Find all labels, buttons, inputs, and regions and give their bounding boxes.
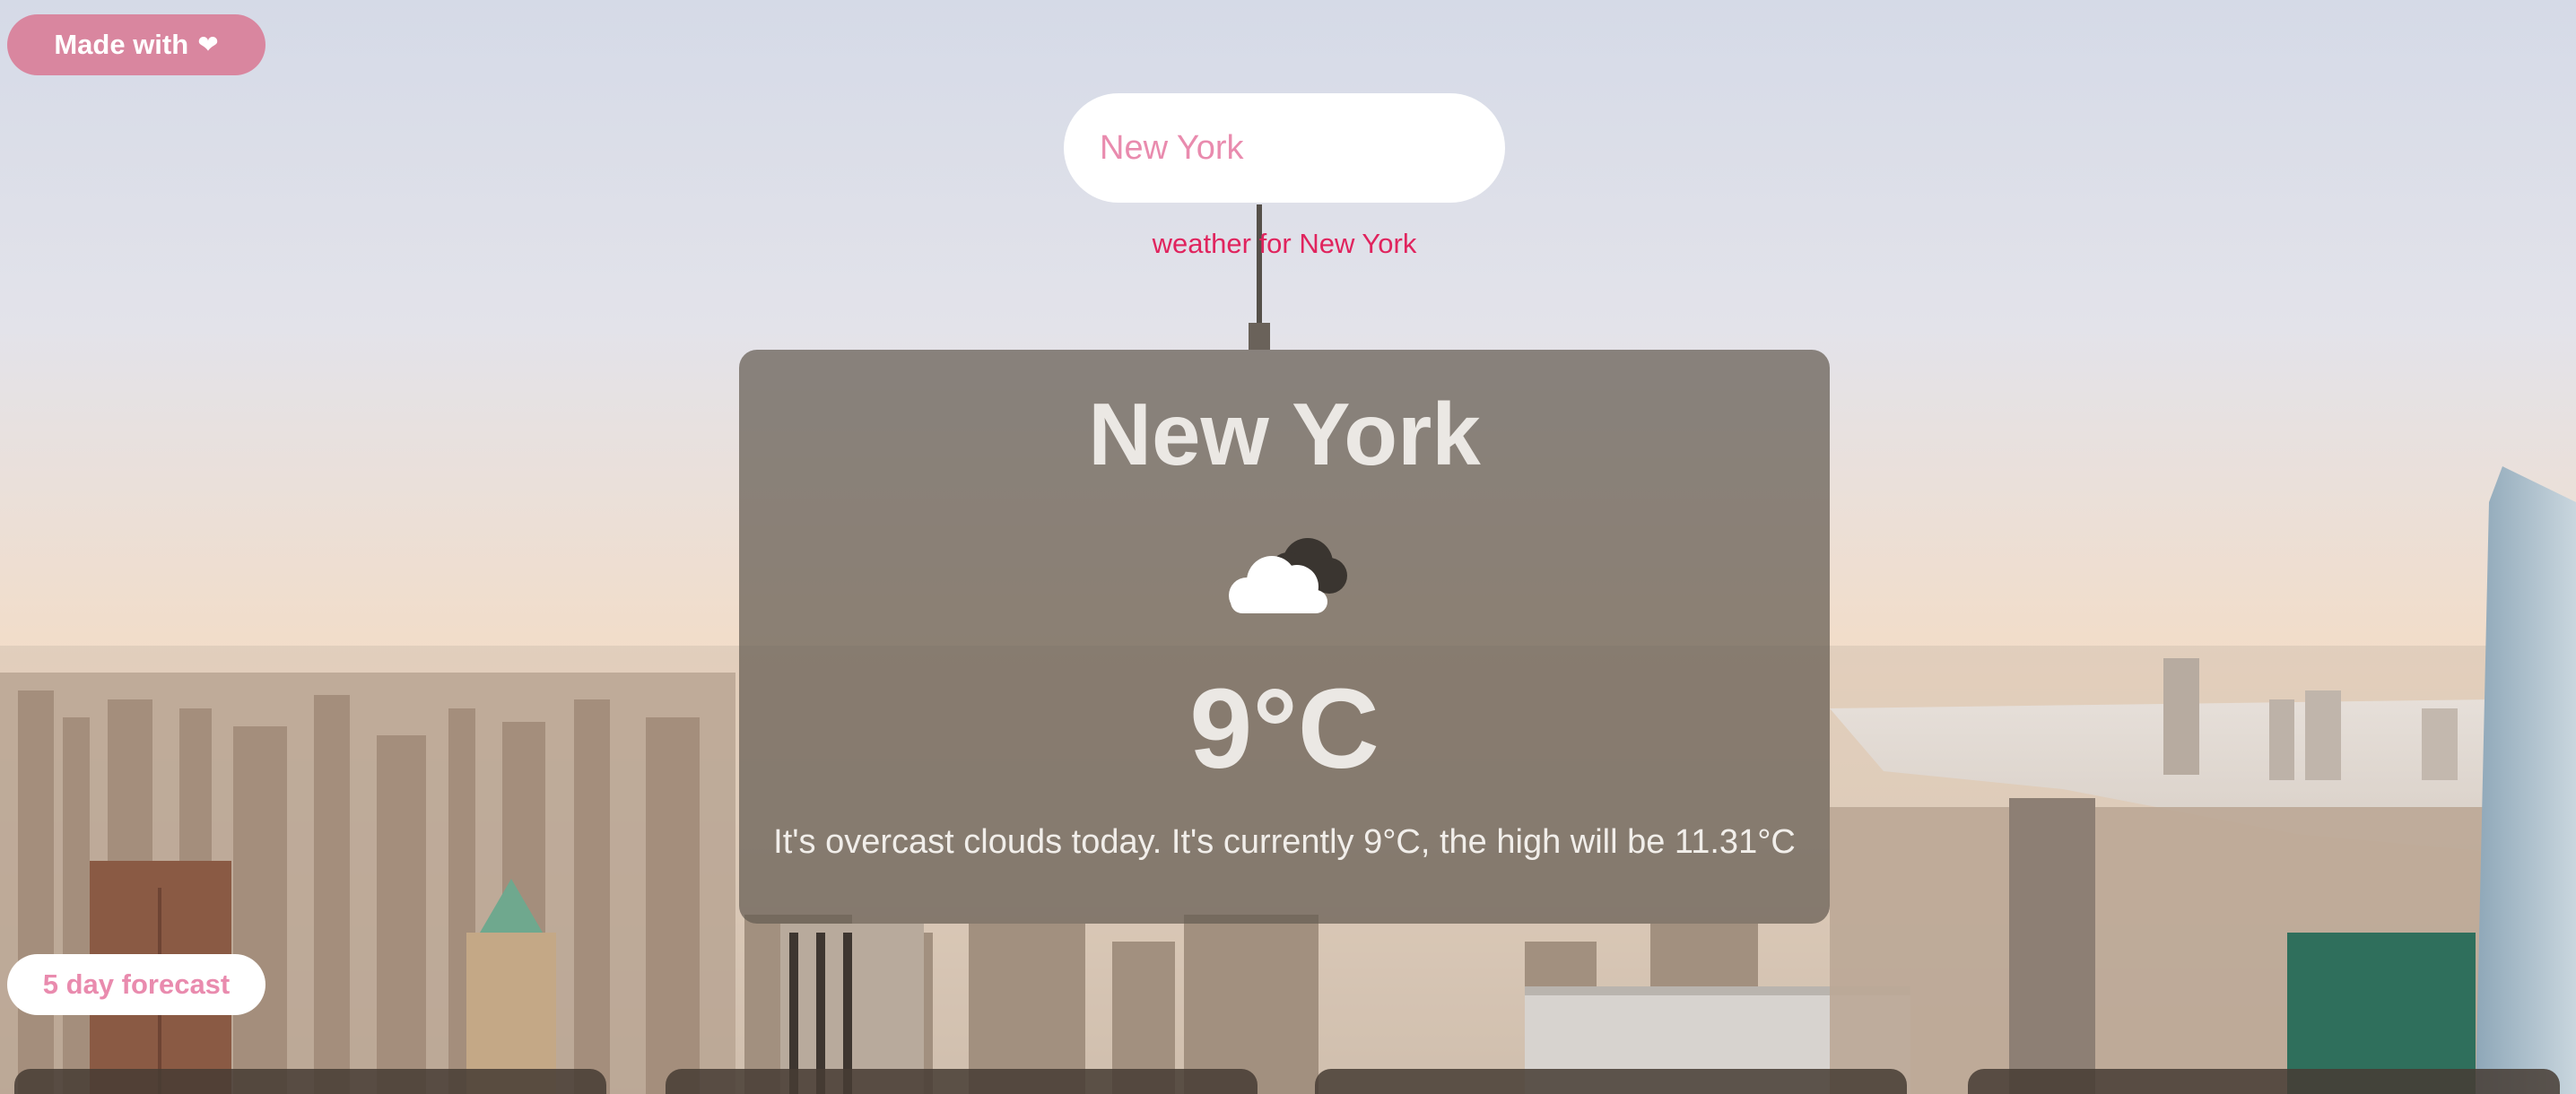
search-caption: weather for New York xyxy=(1152,228,1417,259)
made-with-label: Made with xyxy=(54,29,189,60)
weather-app: Made with ❤ weather for New York New Yor… xyxy=(0,0,2576,1094)
weather-card: New York 9°C It's overcast clouds today.… xyxy=(739,350,1830,924)
five-day-forecast-button[interactable]: 5 day forecast xyxy=(7,954,265,1015)
cloud-icon xyxy=(1229,538,1347,613)
weather-description: It's overcast clouds today. It's current… xyxy=(773,823,1796,861)
forecast-card xyxy=(1968,1069,2560,1094)
heart-icon: ❤ xyxy=(197,30,219,58)
city-name: New York xyxy=(1088,385,1481,483)
forecast-card xyxy=(14,1069,606,1094)
city-search-input[interactable] xyxy=(1064,93,1505,203)
made-with-badge[interactable]: Made with ❤ xyxy=(7,14,265,75)
forecast-card xyxy=(1315,1069,1907,1094)
forecast-card xyxy=(666,1069,1258,1094)
current-temperature: 9°C xyxy=(1189,665,1379,792)
